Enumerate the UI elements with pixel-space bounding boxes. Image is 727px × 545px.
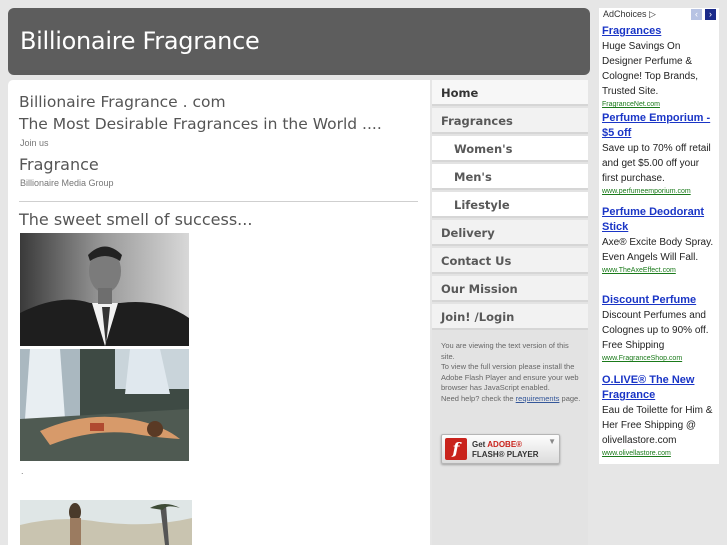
flash-player-label: FLASH® PLAYER xyxy=(472,450,539,459)
nav-our-mission[interactable]: Our Mission xyxy=(432,276,588,302)
ad-title[interactable]: Fragrances xyxy=(602,24,717,39)
fragrance-heading: Fragrance xyxy=(19,155,99,174)
ad-title[interactable]: Discount Perfume xyxy=(602,293,717,308)
notice-help-text: Need help? check the xyxy=(441,393,514,403)
ad-item: O.LIVE® The New Fragrance Eau de Toilett… xyxy=(602,373,717,459)
nav-delivery[interactable]: Delivery xyxy=(432,220,588,246)
ad-url[interactable]: www.TheAxeEffect.com xyxy=(602,265,717,276)
sweet-smell-heading: The sweet smell of success... xyxy=(19,210,253,229)
nav-lifestyle[interactable]: Lifestyle xyxy=(432,192,588,218)
ad-body: Discount Perfumes and Colognes up to 90%… xyxy=(602,310,709,351)
ad-item: Discount Perfume Discount Perfumes and C… xyxy=(602,293,717,364)
main-content: Billionaire Fragrance . com The Most Des… xyxy=(8,80,430,545)
ad-panel: AdChoices ▷ ‹ › Fragrances Huge Savings … xyxy=(599,8,719,464)
adchoices-label[interactable]: AdChoices ▷ xyxy=(603,9,656,20)
ad-body: Axe® Excite Body Spray. Even Angels Will… xyxy=(602,237,714,263)
dot-text: . xyxy=(21,466,24,476)
ad-body: Huge Savings On Designer Perfume & Colog… xyxy=(602,41,698,97)
nav-mens[interactable]: Men's xyxy=(432,164,588,190)
ad-item: Perfume Emporium - $5 off Save up to 70%… xyxy=(602,111,717,197)
download-arrow-icon: ▼ xyxy=(548,437,556,446)
ad-url[interactable]: FragranceNet.com xyxy=(602,99,717,110)
flash-get-label: Get ADOBE® xyxy=(472,440,522,449)
ad-body: Save up to 70% off retail and get $5.00 … xyxy=(602,143,711,184)
notice-page-text: page. xyxy=(561,393,581,403)
notice-line-3: Need help? check the requirements page. xyxy=(441,394,581,405)
ad-title[interactable]: Perfume Deodorant Stick xyxy=(602,205,717,235)
notice-line-2: To view the full version please install … xyxy=(441,362,579,392)
site-header: Billionaire Fragrance xyxy=(8,8,590,75)
flash-notice: You are viewing the text version of this… xyxy=(441,341,581,404)
site-domain-heading: Billionaire Fragrance . com xyxy=(19,93,226,111)
media-group-label: Billionaire Media Group xyxy=(20,178,114,188)
get-flash-player-button[interactable]: f Get ADOBE® FLASH® PLAYER ▼ xyxy=(441,434,560,464)
requirements-link[interactable]: requirements xyxy=(516,394,560,403)
site-title[interactable]: Billionaire Fragrance xyxy=(20,27,260,55)
ad-url[interactable]: www.FragranceShop.com xyxy=(602,353,717,364)
waterfall-model-photo xyxy=(20,349,189,461)
ad-item: Fragrances Huge Savings On Designer Perf… xyxy=(602,24,717,110)
join-us-link[interactable]: Join us xyxy=(20,138,49,148)
nav-fragrances[interactable]: Fragrances xyxy=(432,108,588,134)
side-nav: Home Fragrances Women's Men's Lifestyle … xyxy=(432,80,588,545)
nav-join-login[interactable]: Join! /Login xyxy=(432,304,588,330)
man-in-suit-photo xyxy=(20,233,189,346)
flash-get-text: Get xyxy=(472,440,486,449)
nav-contact-us[interactable]: Contact Us xyxy=(432,248,588,274)
tagline-heading: The Most Desirable Fragrances in the Wor… xyxy=(19,115,382,133)
beach-photo xyxy=(20,500,192,545)
flash-logo-icon: f xyxy=(445,438,467,460)
notice-line-1: You are viewing the text version of this… xyxy=(441,341,569,361)
ad-title[interactable]: O.LIVE® The New Fragrance xyxy=(602,373,717,403)
ad-url[interactable]: www.perfumeemporium.com xyxy=(602,186,717,197)
ad-body: Eau de Toilette for Him & Her Free Shipp… xyxy=(602,405,713,446)
flash-adobe-text: ADOBE® xyxy=(487,440,523,449)
ad-item: Perfume Deodorant Stick Axe® Excite Body… xyxy=(602,205,717,276)
nav-womens[interactable]: Women's xyxy=(432,136,588,162)
prev-ad-icon[interactable]: ‹ xyxy=(691,9,702,20)
ad-url[interactable]: www.olivellastore.com xyxy=(602,448,717,459)
ad-title[interactable]: Perfume Emporium - $5 off xyxy=(602,111,717,141)
adchoices-icon: ▷ xyxy=(649,9,656,19)
divider xyxy=(19,201,418,202)
next-ad-icon[interactable]: › xyxy=(705,9,716,20)
adchoices-text: AdChoices xyxy=(603,9,647,19)
nav-home[interactable]: Home xyxy=(432,80,588,106)
